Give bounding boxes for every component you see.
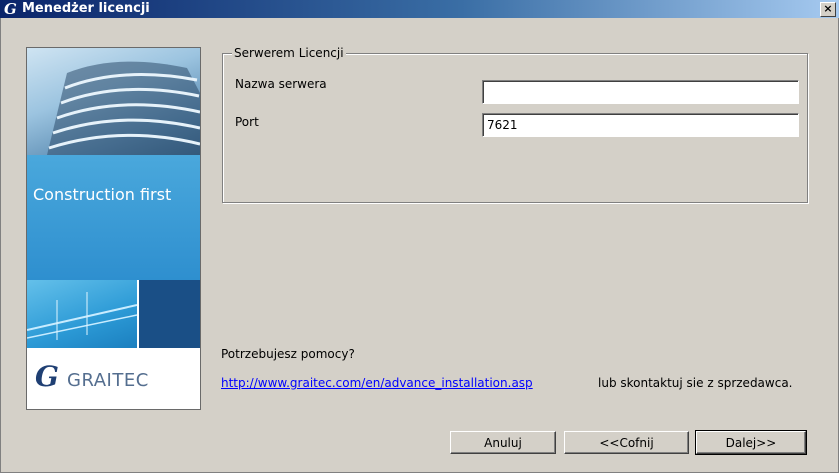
port-input[interactable] [483,114,798,136]
cancel-button[interactable]: Anuluj [450,431,556,454]
help-question: Potrzebujesz pomocy? [221,347,355,361]
contact-seller-text: lub skontaktuj sie z sprzedawca. [598,376,793,390]
graitec-logo-text: GRAITEC [67,370,149,391]
graitec-logo-mark: G [35,360,59,393]
bridge-photo [27,280,138,348]
license-server-group-label: Serwerem Licencji [232,46,346,60]
next-button[interactable]: Dalej>> [695,430,807,455]
tagline-panel: Construction first [27,155,200,280]
close-icon: × [823,2,833,15]
building-photo [27,48,200,155]
back-button[interactable]: <<Cofnij [564,431,689,454]
server-name-input[interactable] [483,81,798,103]
window-title: Menedżer licencji [22,1,150,16]
server-name-label: Nazwa serwera [235,77,327,91]
bridge-illustration [27,292,138,340]
server-name-field-frame [482,80,799,104]
building-illustration [47,61,200,155]
graitec-logo: G GRAITEC [27,348,200,409]
side-banner: Construction first G GRAITEC [26,47,201,410]
dark-blue-block [139,280,200,348]
graitec-app-icon: G [4,0,17,18]
banner-tagline: Construction first [33,185,172,204]
title-bar: G Menedżer licencji × [0,0,839,18]
close-button[interactable]: × [820,2,836,17]
installation-help-link[interactable]: http://www.graitec.com/en/advance_instal… [221,376,533,390]
port-label: Port [235,115,259,129]
port-field-frame [482,113,799,137]
